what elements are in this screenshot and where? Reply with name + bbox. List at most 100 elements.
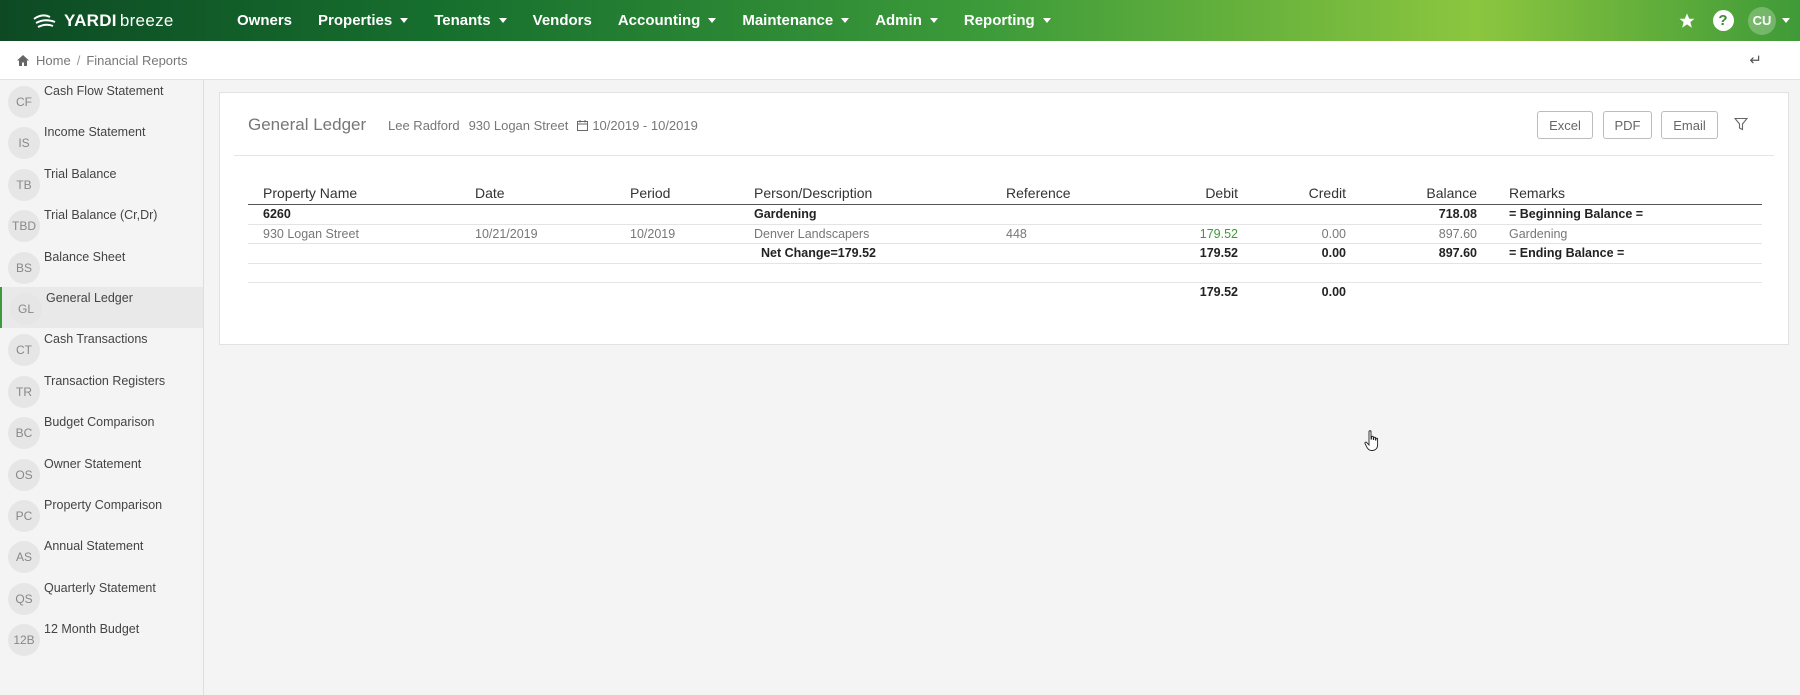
nav-admin[interactable]: Admin	[875, 12, 938, 29]
table-row-net-change: Net Change=179.52 179.52 0.00 897.60 = E…	[248, 244, 1762, 264]
chevron-down-icon	[1042, 18, 1051, 23]
column-header-person-description[interactable]: Person/Description	[754, 185, 872, 201]
sidebar-item-general-ledger[interactable]: GL General Ledger	[0, 286, 203, 329]
help-button[interactable]: ?	[1712, 10, 1734, 32]
table-row[interactable]: 930 Logan Street 10/21/2019 10/2019 Denv…	[248, 225, 1762, 244]
sidebar-item-cash-transactions[interactable]: CT Cash Transactions	[0, 328, 203, 369]
sidebar-item-cash-flow-statement[interactable]: CF Cash Flow Statement	[0, 80, 203, 121]
column-header-debit[interactable]: Debit	[1128, 185, 1238, 201]
nav-owners[interactable]: Owners	[237, 12, 292, 29]
column-header-remarks[interactable]: Remarks	[1509, 185, 1565, 201]
table-header-row: Property Name Date Period Person/Descrip…	[248, 185, 1762, 205]
favorites-button[interactable]	[1676, 10, 1698, 32]
sidebar-item-label: Transaction Registers	[44, 373, 166, 388]
chevron-down-icon	[708, 18, 717, 23]
net-change-label: Net Change=179.52	[761, 246, 876, 260]
export-pdf-button[interactable]: PDF	[1603, 111, 1652, 139]
report-badge: BC	[8, 417, 40, 450]
total-credit: 0.00	[1321, 285, 1346, 299]
sidebar-item-trial-balance[interactable]: TB Trial Balance	[0, 163, 203, 204]
reports-sidebar: CF Cash Flow Statement IS Income Statement…	[0, 80, 204, 695]
export-excel-button[interactable]: Excel	[1537, 111, 1593, 139]
row-property: 930 Logan Street	[263, 226, 359, 241]
yardi-breeze-logo[interactable]: YARDI breeze	[32, 0, 237, 41]
logo-text: YARDI breeze	[64, 10, 174, 30]
nav-accounting[interactable]: Accounting	[618, 12, 717, 29]
table-row-totals: 179.52 0.00	[248, 283, 1762, 303]
sidebar-item-label: Annual Statement	[44, 539, 144, 554]
sidebar-item-budget-comparison[interactable]: BC Budget Comparison	[0, 411, 203, 452]
chevron-down-icon[interactable]	[1782, 18, 1790, 23]
report-title: General Ledger	[248, 115, 367, 134]
table-row-spacer	[248, 264, 1762, 283]
report-panel: General Ledger Lee Radford 930 Logan Str…	[219, 92, 1789, 345]
table-row-account: 6260 Gardening 718.08 = Beginning Balanc…	[248, 205, 1762, 225]
sidebar-item-quarterly-statement[interactable]: QS Quarterly Statement	[0, 577, 203, 618]
hand-cursor-icon	[1364, 430, 1379, 451]
filter-icon[interactable]	[1734, 117, 1748, 131]
nav-maintenance[interactable]: Maintenance	[742, 12, 850, 29]
beginning-balance: 718.08	[1438, 207, 1477, 221]
net-credit: 0.00	[1321, 246, 1346, 260]
sidebar-item-label: Budget Comparison	[44, 415, 155, 430]
report-badge: CT	[8, 334, 40, 367]
report-owner: Lee Radford	[388, 118, 460, 133]
report-property: 930 Logan Street	[468, 118, 569, 133]
sidebar-item-trial-balance-cr-dr[interactable]: TBD Trial Balance (Cr,Dr)	[0, 204, 203, 245]
column-header-reference[interactable]: Reference	[1006, 185, 1071, 201]
nav-reporting[interactable]: Reporting	[964, 12, 1051, 29]
column-header-period[interactable]: Period	[630, 185, 670, 201]
calendar-icon	[577, 120, 589, 131]
breadcrumb: Home / Financial Reports ↵	[0, 41, 1800, 80]
sidebar-item-income-statement[interactable]: IS Income Statement	[0, 121, 203, 162]
column-header-balance[interactable]: Balance	[1367, 185, 1477, 201]
top-navbar: YARDI breeze Owners Properties Tenants Ve…	[0, 0, 1800, 41]
row-reference: 448	[1006, 226, 1027, 241]
row-debit-link[interactable]: 179.52	[1128, 227, 1238, 241]
sidebar-item-label: Balance Sheet	[44, 249, 126, 264]
row-description: Denver Landscapers	[754, 226, 870, 241]
row-balance: 897.60	[1438, 226, 1477, 241]
report-badge: OS	[8, 458, 40, 491]
user-avatar[interactable]: CU	[1748, 6, 1776, 35]
report-badge: AS	[8, 541, 40, 574]
ending-balance: 897.60	[1438, 246, 1477, 260]
sidebar-item-label: Property Comparison	[44, 497, 163, 512]
sidebar-item-label: Quarterly Statement	[44, 580, 156, 595]
column-header-property-name[interactable]: Property Name	[263, 185, 357, 201]
row-credit: 0.00	[1321, 226, 1346, 241]
nav-vendors[interactable]: Vendors	[533, 12, 592, 29]
nav-tenants[interactable]: Tenants	[434, 12, 507, 29]
home-icon	[17, 54, 29, 66]
account-number: 6260	[263, 207, 291, 221]
breadcrumb-separator: /	[76, 52, 81, 68]
sidebar-item-owner-statement[interactable]: OS Owner Statement	[0, 453, 203, 494]
nav-properties[interactable]: Properties	[318, 12, 409, 29]
report-badge: QS	[8, 582, 40, 615]
main-menu: Owners Properties Tenants Vendors Accoun…	[237, 0, 1077, 41]
report-badge: BS	[8, 251, 40, 284]
sidebar-item-annual-statement[interactable]: AS Annual Statement	[0, 535, 203, 576]
chevron-down-icon	[841, 18, 850, 23]
sidebar-item-label: Trial Balance	[44, 166, 117, 181]
report-badge: 12B	[8, 624, 40, 657]
breadcrumb-home[interactable]: Home	[36, 53, 71, 68]
breadcrumb-current: Financial Reports	[86, 52, 188, 68]
row-date: 10/21/2019	[475, 226, 538, 241]
sidebar-item-balance-sheet[interactable]: BS Balance Sheet	[0, 246, 203, 287]
sidebar-item-transaction-registers[interactable]: TR Transaction Registers	[0, 370, 203, 411]
sidebar-item-label: Trial Balance (Cr,Dr)	[44, 208, 158, 223]
nav-right-tools: ? CU	[1676, 0, 1790, 41]
report-badge: TB	[8, 168, 40, 201]
column-header-credit[interactable]: Credit	[1236, 185, 1346, 201]
email-report-button[interactable]: Email	[1661, 111, 1718, 139]
report-badge: GL	[10, 292, 42, 325]
sidebar-item-12-month-budget[interactable]: 12B 12 Month Budget	[0, 618, 203, 659]
sidebar-item-property-comparison[interactable]: PC Property Comparison	[0, 494, 203, 535]
return-icon[interactable]: ↵	[1749, 51, 1762, 69]
row-period: 10/2019	[630, 226, 676, 241]
report-badge: IS	[8, 127, 40, 160]
panel-divider	[234, 155, 1774, 156]
net-debit: 179.52	[1199, 246, 1238, 260]
column-header-date[interactable]: Date	[475, 185, 505, 201]
